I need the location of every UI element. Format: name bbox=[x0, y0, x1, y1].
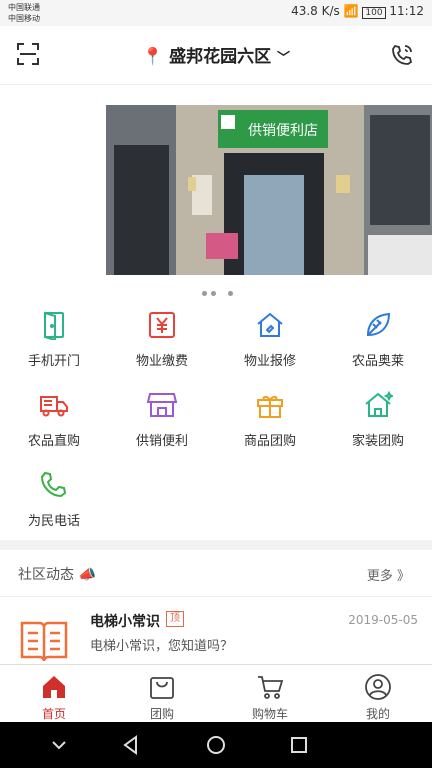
app-header: 📍 盛邦花园六区 ﹀ bbox=[0, 26, 432, 85]
leaf-icon bbox=[366, 312, 391, 337]
tab-group-buy[interactable]: 团购 bbox=[108, 669, 216, 722]
section-divider bbox=[0, 540, 432, 550]
yen-icon bbox=[149, 312, 175, 338]
news-title-text: 社区动态 bbox=[18, 567, 74, 583]
nav-down-icon[interactable] bbox=[48, 734, 70, 756]
store-photo: 供销便利店 bbox=[106, 105, 432, 275]
home-tab-icon bbox=[43, 676, 65, 698]
user-icon bbox=[365, 674, 391, 700]
service-repair[interactable]: 物业报修 bbox=[216, 298, 324, 376]
status-bar: 中国联通 中国移动 43.8 K/s 📶 100 11:12 bbox=[0, 0, 432, 26]
nav-back-icon[interactable] bbox=[120, 734, 142, 756]
tab-profile[interactable]: 我的 bbox=[324, 669, 432, 722]
news-item[interactable]: 电梯小常识 顶 电梯小常识，您知道吗？ 2019-05-05 bbox=[0, 597, 432, 665]
location-selector[interactable]: 📍 盛邦花园六区 ﹀ bbox=[0, 42, 432, 67]
carousel-indicator bbox=[200, 281, 235, 297]
service-label: 家装团购 bbox=[351, 434, 404, 449]
service-group-buy[interactable]: 商品团购 bbox=[216, 378, 324, 456]
phone-call-icon[interactable] bbox=[390, 43, 414, 67]
truck-icon bbox=[40, 396, 68, 417]
service-label: 农品奥莱 bbox=[351, 354, 404, 369]
clock: 11:12 bbox=[389, 4, 424, 18]
network-speed: 43.8 K/s bbox=[291, 4, 340, 18]
home-icon bbox=[365, 390, 395, 417]
nav-home-icon[interactable] bbox=[205, 734, 227, 756]
store-icon bbox=[146, 393, 178, 417]
tab-label: 首页 bbox=[41, 707, 66, 721]
service-label: 供销便利 bbox=[135, 434, 188, 449]
carousel-dot[interactable] bbox=[228, 291, 233, 296]
news-item-desc: 电梯小常识，您知道吗？ bbox=[90, 639, 234, 654]
service-label: 为民电话 bbox=[27, 514, 80, 529]
banner-carousel[interactable]: 供销便利店 bbox=[0, 85, 432, 297]
tab-label: 我的 bbox=[365, 707, 390, 721]
tab-home[interactable]: 首页 bbox=[0, 669, 108, 722]
cart-icon bbox=[258, 676, 284, 699]
carrier-info: 中国联通 中国移动 bbox=[8, 2, 40, 24]
service-supply-store[interactable]: 供销便利 bbox=[108, 378, 216, 456]
carousel-dot[interactable] bbox=[211, 291, 216, 296]
book-icon bbox=[20, 621, 68, 662]
gift-icon bbox=[257, 395, 283, 418]
chevron-down-icon: ﹀ bbox=[277, 51, 291, 66]
news-section-header: 社区动态 📣 更多 》 bbox=[0, 550, 432, 597]
news-item-date: 2019-05-05 bbox=[348, 613, 418, 627]
news-section-title: 社区动态 📣 bbox=[18, 564, 96, 584]
service-farm-direct[interactable]: 农品直购 bbox=[0, 378, 108, 456]
location-name: 盛邦花园六区 bbox=[169, 47, 272, 67]
service-mobile-door[interactable]: 手机开门 bbox=[0, 298, 108, 376]
news-more-link[interactable]: 更多 》 bbox=[367, 565, 410, 584]
service-label: 物业缴费 bbox=[135, 354, 188, 369]
door-icon bbox=[44, 311, 64, 342]
service-label: 物业报修 bbox=[243, 354, 296, 369]
status-right: 43.8 K/s 📶 100 11:12 bbox=[291, 4, 424, 19]
tab-cart[interactable]: 购物车 bbox=[216, 669, 324, 722]
store-sign-text: 供销便利店 bbox=[248, 123, 318, 139]
nav-recents-icon[interactable] bbox=[288, 734, 310, 756]
signal-icon: 📶 bbox=[343, 4, 359, 18]
carousel-dot[interactable] bbox=[202, 291, 207, 296]
service-label: 手机开门 bbox=[27, 354, 80, 369]
megaphone-icon: 📣 bbox=[78, 567, 96, 583]
phone-icon bbox=[40, 471, 67, 498]
carrier-2: 中国移动 bbox=[8, 14, 40, 23]
pinned-badge: 顶 bbox=[166, 611, 184, 627]
service-farm-outlet[interactable]: 农品奥莱 bbox=[324, 298, 432, 376]
carrier-1: 中国联通 bbox=[8, 3, 40, 12]
bottom-tab-bar: 首页 团购 购物车 我的 bbox=[0, 664, 432, 723]
service-property-fee[interactable]: 物业缴费 bbox=[108, 298, 216, 376]
location-pin-icon: 📍 bbox=[141, 47, 164, 67]
battery-indicator: 100 bbox=[362, 7, 386, 19]
system-nav-bar bbox=[0, 722, 432, 768]
service-public-phone[interactable]: 为民电话 bbox=[0, 458, 108, 536]
shopping-bag-icon bbox=[150, 677, 174, 699]
news-item-title: 电梯小常识 bbox=[90, 614, 160, 630]
service-label: 农品直购 bbox=[27, 434, 80, 449]
service-label: 商品团购 bbox=[243, 434, 296, 449]
service-home-decor[interactable]: 家装团购 bbox=[324, 378, 432, 456]
repair-house-icon bbox=[257, 312, 283, 337]
service-grid: 手机开门 物业缴费 物业报修 农品奥莱 农品直购 供销便利 商品团购 家装团购 … bbox=[0, 298, 432, 538]
tab-label: 团购 bbox=[149, 707, 174, 721]
tab-label: 购物车 bbox=[251, 707, 288, 721]
